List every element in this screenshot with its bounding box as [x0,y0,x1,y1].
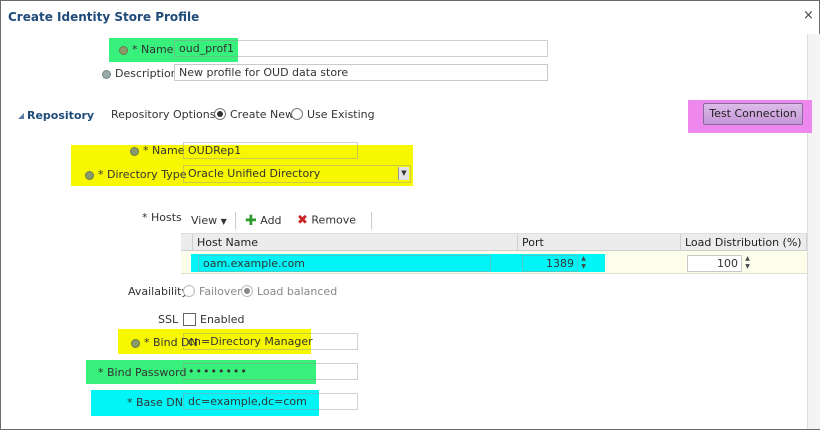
close-icon[interactable]: × [803,8,814,23]
availability-label: Availability [128,285,188,298]
profile-name-label: * Name [119,43,173,56]
ssl-enabled-checkbox[interactable]: Enabled [183,312,244,327]
description-label: Description [102,67,178,80]
toolbar-separator [235,212,236,230]
radio-load-balanced[interactable]: Load balanced [241,285,337,298]
toolbar-separator [371,212,372,230]
spinner-icon[interactable]: ▲ ▼ [579,255,588,271]
radio-use-existing[interactable]: Use Existing [291,108,375,121]
host-name-input[interactable]: oam.example.com [198,255,491,272]
remove-button[interactable]: ✖ Remove [297,213,356,228]
hosts-label: * Hosts [142,211,182,224]
column-header-load-distribution[interactable]: Load Distribution (%) [681,234,807,251]
bind-dn-input[interactable]: cn=Directory Manager [183,333,358,350]
base-dn-input[interactable]: dc=example,dc=com [183,393,358,410]
repository-name-label: * Name [130,144,184,157]
repository-section-header[interactable]: Repository [18,109,94,122]
create-identity-store-dialog: Create Identity Store Profile × * Name o… [0,0,820,430]
radio-load-balanced-button[interactable] [241,285,253,297]
vertical-scrollbar[interactable] [807,34,820,429]
remove-icon: ✖ [297,213,308,228]
radio-create-new-button[interactable] [214,108,226,120]
port-input[interactable]: 1389 [522,255,578,272]
dialog-title: Create Identity Store Profile [8,10,200,24]
spinner-icon[interactable]: ▲ ▼ [743,255,752,271]
dropdown-arrow-icon[interactable]: ▼ [398,167,409,180]
radio-failover-button[interactable] [183,285,195,297]
help-dot-icon [102,69,111,79]
profile-name-input[interactable]: oud_prof1 [174,40,548,57]
bind-password-input[interactable]: •••••••• [183,363,358,380]
help-dot-icon [119,45,128,55]
row-selector-header [181,234,193,251]
radio-use-existing-button[interactable] [291,108,303,120]
test-connection-button[interactable]: Test Connection [703,103,803,125]
dialog-titlebar: Create Identity Store Profile × [1,1,819,33]
section-collapse-icon [18,113,24,119]
load-distribution-input[interactable]: 100 [687,255,742,272]
help-dot-icon [131,338,140,348]
add-icon: ✚ [245,213,257,229]
repository-name-input[interactable]: OUDRep1 [183,142,358,159]
add-button[interactable]: ✚ Add [245,213,282,229]
directory-type-label: * Directory Type [85,168,186,181]
description-input[interactable]: New profile for OUD data store [174,64,548,81]
radio-failover[interactable]: Failover [183,285,242,298]
ssl-checkbox[interactable] [183,312,196,326]
bind-password-label: * Bind Password [98,366,187,379]
directory-type-select[interactable]: Oracle Unified Directory ▼ [183,165,411,183]
base-dn-label: * Base DN [127,396,183,409]
view-menu[interactable]: View ▼ [191,214,227,227]
ssl-label: SSL [158,313,179,326]
column-header-host-name[interactable]: Host Name [193,234,518,251]
help-dot-icon [130,146,139,156]
column-header-port[interactable]: Port [518,234,681,251]
chevron-down-icon: ▼ [220,217,227,226]
radio-create-new[interactable]: Create New [214,108,294,121]
repository-options-label: Repository Options [111,108,216,121]
help-dot-icon [85,170,94,180]
